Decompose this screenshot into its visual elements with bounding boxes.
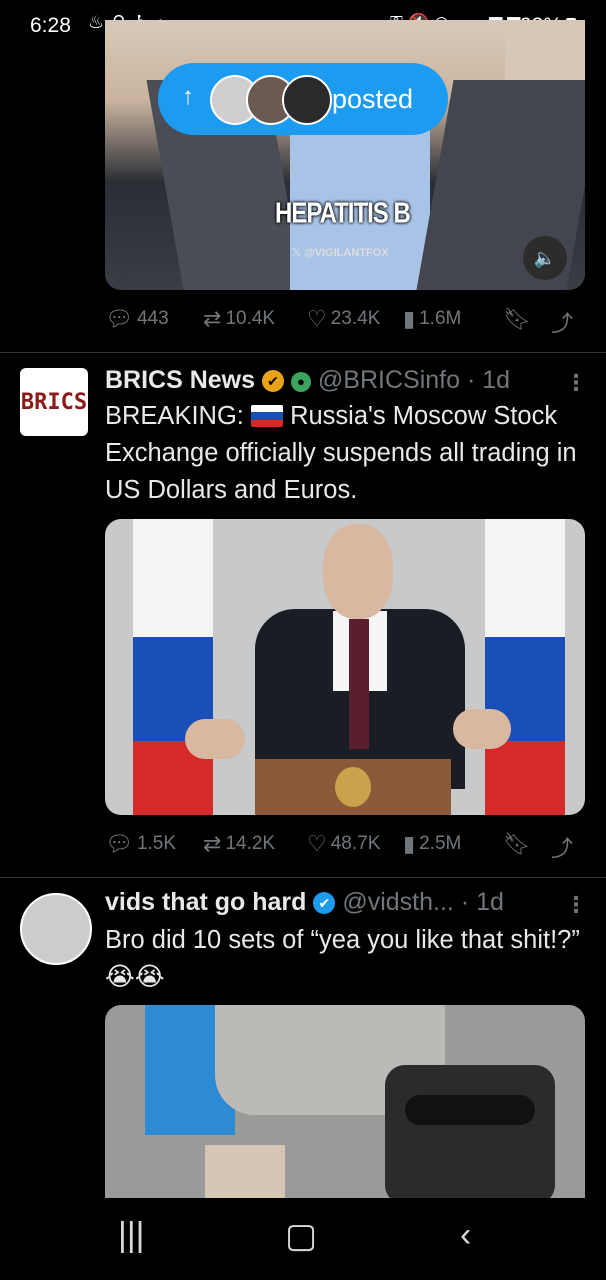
speaker-head [323,524,393,619]
author-name[interactable]: BRICS News [105,366,255,394]
share-icon: ⤴ [551,311,574,336]
pill-label: posted [332,84,414,114]
divider [0,877,606,878]
post2-image[interactable] [105,519,585,815]
reply-button[interactable]: 💬︎ 1.5K [105,831,176,857]
post2-header: BRICS News ✔ ● @BRICSinfo · 1d [105,366,510,395]
more-options-icon[interactable]: ⋮ [565,370,587,396]
x-logo-icon: 𝕏 [292,247,301,259]
like-count: 48.7K [330,833,381,854]
new-posts-pill[interactable]: ↑ posted [158,63,448,135]
verified-blue-icon: ✔ [313,892,336,914]
share-button[interactable]: ⤴ [551,306,573,338]
share-icon: ⤴ [551,836,574,861]
post-text-prefix: BREAKING: [105,402,244,430]
emblem [335,767,371,807]
post-time[interactable]: · 1d [467,366,510,394]
back-icon[interactable]: ‹ [460,1216,471,1255]
affiliate-badge-icon: ● [290,372,311,392]
bookmark-button[interactable]: 🔖︎ [503,831,531,857]
video-caption: HEPATITIS B [275,197,411,230]
repost-count: 14.2K [225,833,276,854]
post-text: Bro did 10 sets of “yea you like that sh… [105,926,580,954]
speaker-hand-left [185,719,245,759]
views-button[interactable]: ▮ 2.5M [403,831,461,857]
like-button[interactable]: ♡ 48.7K [307,831,380,857]
speaker-hand-right [453,709,511,749]
verified-gold-icon: ✔ [262,370,284,392]
divider [0,352,606,353]
bookmark-icon: 🔖︎ [503,306,531,331]
post2-text: BREAKING: Russia's Moscow Stock Exchange… [105,398,585,509]
reply-icon: 💬︎ [105,306,133,331]
views-icon: ▮ [403,306,416,331]
avatar-text: BRICS [20,389,88,415]
video-watermark: 𝕏 @VIGILANTFOX [292,246,389,259]
speaker-muted-icon: 🔈 [533,248,557,268]
navigation-bar: ||| ▢ ‹ [0,1198,606,1280]
bookmark-button[interactable]: 🔖︎ [503,306,531,332]
author-name[interactable]: vids that go hard [105,888,306,916]
recents-icon[interactable]: ||| [118,1216,145,1255]
post1-video[interactable]: HEPATITIS B 𝕏 @VIGILANTFOX 🔈 [105,20,585,290]
bookmark-icon: 🔖︎ [503,831,531,856]
repost-icon: ⇄ [203,306,222,331]
flag-right [485,519,565,815]
author-handle[interactable]: @BRICSinfo [318,366,460,394]
video-mute-button[interactable]: 🔈 [523,236,567,280]
pill-avatar-3 [282,75,332,125]
reply-icon: 💬︎ [105,831,133,856]
avatar[interactable]: BRICS [20,368,88,436]
post-time[interactable]: · 1d [461,888,504,916]
post3-video[interactable] [105,1005,585,1205]
russia-flag-icon [250,405,283,427]
like-button[interactable]: ♡ 23.4K [307,306,380,332]
heart-icon: ♡ [307,306,327,331]
reply-count: 1.5K [136,833,177,854]
post3-header: vids that go hard ✔ @vidsth... · 1d [105,888,504,917]
share-button[interactable]: ⤴ [551,831,573,863]
views-count: 1.6M [419,308,462,329]
post2-actions: 💬︎ 1.5K ⇄ 14.2K ♡ 48.7K ▮ 2.5M 🔖︎ ⤴ [105,831,585,867]
video-figure-leg [205,1145,285,1205]
arrow-up-icon: ↑ [182,83,194,110]
repost-icon: ⇄ [203,831,222,856]
flag-left [133,519,213,815]
repost-button[interactable]: ⇄ 14.2K [203,831,275,857]
reply-button[interactable]: 💬︎ 443 [105,306,169,332]
status-time: 6:28 [30,14,71,37]
watermark-text: @VIGILANTFOX [303,247,389,259]
like-count: 23.4K [330,308,381,329]
repost-count: 10.4K [225,308,276,329]
repost-button[interactable]: ⇄ 10.4K [203,306,275,332]
heart-icon: ♡ [307,831,327,856]
post3-text: Bro did 10 sets of “yea you like that sh… [105,922,585,996]
post1-actions: 💬︎ 443 ⇄ 10.4K ♡ 23.4K ▮ 1.6M 🔖︎ ⤴ [105,306,585,342]
reply-count: 443 [136,308,169,329]
avatar[interactable] [20,893,92,965]
video-gym-machine [385,1065,555,1205]
home-icon[interactable]: ▢ [285,1216,317,1256]
views-count: 2.5M [419,833,462,854]
crying-emoji-icon: 😭😭 [105,963,165,991]
views-icon: ▮ [403,831,416,856]
views-button[interactable]: ▮ 1.6M [403,306,461,332]
speaker-tie [349,619,369,749]
author-handle[interactable]: @vidsth... [342,888,454,916]
video-figure-arm [405,1095,535,1125]
more-options-icon[interactable]: ⋮ [565,892,587,918]
